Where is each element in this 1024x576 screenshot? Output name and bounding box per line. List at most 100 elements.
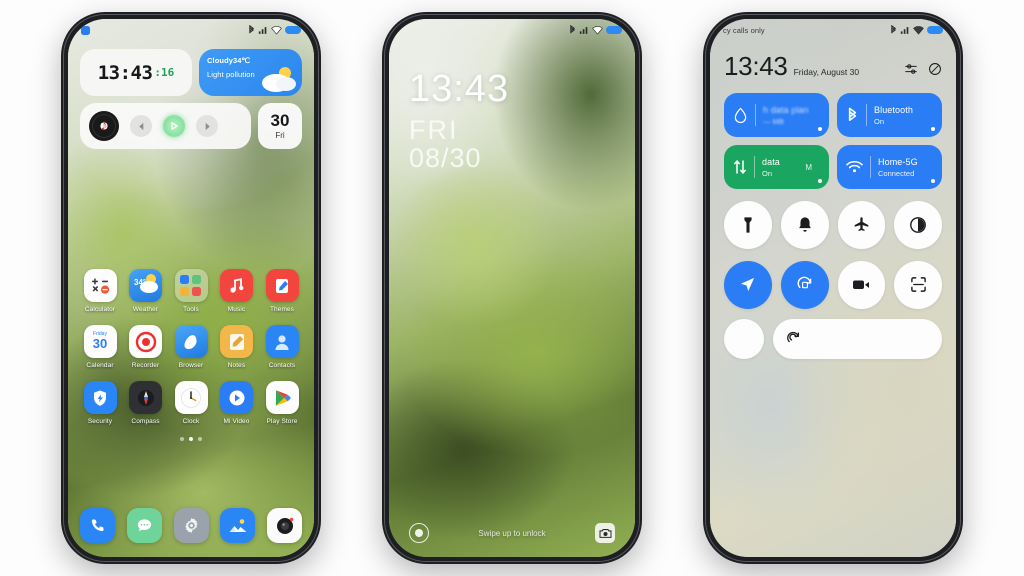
control-center-header: 13:43 Friday, August 30 <box>724 53 942 79</box>
ringer-bell-icon <box>798 217 811 233</box>
toggle-flashlight[interactable] <box>724 201 772 249</box>
battery-icon <box>285 26 301 34</box>
notification-badge <box>81 25 90 35</box>
scanner-icon <box>910 277 926 292</box>
gallery-icon[interactable] <box>220 508 256 543</box>
app-weather[interactable]: 34° Weather <box>124 269 168 313</box>
app-label: Compass <box>131 418 160 425</box>
tile-subtitle: On <box>874 116 885 126</box>
bluetooth-icon <box>570 25 576 34</box>
page-indicator[interactable] <box>78 437 304 441</box>
phone-lock-screen: 13:43 FRI 08/30 Swipe up to unlock <box>382 12 642 564</box>
dark-mode-icon <box>910 216 927 233</box>
toggle-scanner[interactable] <box>894 260 942 309</box>
clock-widget[interactable]: 13:43 :16 <box>80 49 192 96</box>
app-label: Weather <box>132 306 159 313</box>
airplane-mode-icon <box>854 217 869 232</box>
toggle-airplane-mode[interactable] <box>837 201 886 249</box>
tile-data-plan[interactable]: h data plan — MB <box>724 93 829 137</box>
weather-icon: 34° <box>129 269 162 302</box>
app-label: Calendar <box>86 362 114 369</box>
quick-setting-tiles: h data plan — MB Bluetooth On data On M … <box>724 93 942 189</box>
clock-icon <box>174 381 208 414</box>
calculator-icon <box>83 269 117 302</box>
tile-state-dot <box>818 179 822 183</box>
page-dot[interactable] <box>198 437 202 441</box>
phone-home-screen: 13:43 :16 Cloudy34℃ Light pollution ♪ 30… <box>61 12 321 564</box>
app-play-store[interactable]: Play Store <box>260 381 304 425</box>
contacts-icon <box>265 325 299 358</box>
phone-icon[interactable] <box>80 508 115 543</box>
app-label: Mi Video <box>223 418 250 425</box>
toggle-ringer[interactable] <box>780 201 829 249</box>
vinyl-record-icon[interactable]: ♪ <box>89 111 119 141</box>
tile-wifi[interactable]: Home-5G Connected <box>837 145 942 189</box>
page-dot[interactable] <box>180 437 184 441</box>
settings-gear-icon[interactable] <box>173 508 209 543</box>
app-grid: Calculator 34° Weather Tools Music Theme… <box>68 269 314 441</box>
app-mi-video[interactable]: Mi Video <box>215 381 259 425</box>
calendar-day: 30 <box>92 335 108 351</box>
calendar-widget[interactable]: 30 Fri <box>258 103 302 149</box>
carrier-label: cy calls only <box>723 25 765 35</box>
app-calculator[interactable]: Calculator <box>78 269 122 313</box>
sync-pill[interactable] <box>773 318 942 359</box>
sun-behind-cloud-icon <box>262 67 296 92</box>
dock <box>68 508 314 543</box>
app-tools-folder[interactable]: Tools <box>169 269 213 313</box>
page-dot-active[interactable] <box>189 437 193 441</box>
app-calendar[interactable]: Friday 30 Calendar <box>78 325 122 369</box>
settings-sliders-icon[interactable] <box>904 62 918 76</box>
edit-icon[interactable] <box>928 62 942 76</box>
messages-icon[interactable] <box>126 508 162 543</box>
clock-widget-time: 13:43 <box>97 61 153 84</box>
bluetooth-icon <box>848 107 857 121</box>
music-widget[interactable]: ♪ <box>80 103 251 149</box>
app-clock[interactable]: Clock <box>169 381 213 425</box>
wifi-icon <box>846 161 863 173</box>
svg-text:34°: 34° <box>134 278 146 287</box>
sync-spiral-icon <box>787 331 800 342</box>
app-label: Browser <box>178 362 204 369</box>
toggle-auto-rotate[interactable] <box>780 260 829 309</box>
toggle-dark-mode[interactable] <box>894 201 942 249</box>
app-compass[interactable]: Compass <box>124 381 168 425</box>
app-themes[interactable]: Themes <box>260 269 304 313</box>
toggle-location[interactable] <box>724 260 772 309</box>
toggle-row-1 <box>724 201 942 249</box>
app-notes[interactable]: Notes <box>215 325 259 369</box>
music-icon <box>220 269 253 302</box>
play-icon[interactable] <box>163 115 185 137</box>
blank-toggle[interactable] <box>724 318 764 359</box>
bluetooth-icon <box>891 25 897 34</box>
recorder-icon <box>129 325 162 358</box>
app-recorder[interactable]: Recorder <box>124 325 168 369</box>
weather-widget[interactable]: Cloudy34℃ Light pollution <box>199 49 302 96</box>
widget-row-top: 13:43 :16 Cloudy34℃ Light pollution <box>68 49 314 96</box>
calendar-icon: Friday 30 <box>83 325 117 358</box>
app-music[interactable]: Music <box>215 269 259 313</box>
app-contacts[interactable]: Contacts <box>260 325 304 369</box>
next-track-icon[interactable] <box>196 115 218 137</box>
home-content: 13:43 :16 Cloudy34℃ Light pollution ♪ 30… <box>68 19 314 557</box>
phone1-screen: 13:43 :16 Cloudy34℃ Light pollution ♪ 30… <box>68 19 314 557</box>
tile-bluetooth[interactable]: Bluetooth On <box>837 93 942 137</box>
tile-mobile-data[interactable]: data On M <box>724 145 829 189</box>
wifi-icon <box>913 25 924 35</box>
app-label: Themes <box>269 306 295 313</box>
tile-title: Home-5G <box>878 156 918 167</box>
camera-icon[interactable] <box>267 508 302 543</box>
cc-date: Friday, August 30 <box>793 67 860 77</box>
signal-icon <box>579 26 588 34</box>
tile-subtitle: On <box>762 168 773 178</box>
previous-track-icon[interactable] <box>130 115 152 137</box>
calendar-widget-day: 30 <box>270 111 290 130</box>
app-security[interactable]: Security <box>78 381 122 425</box>
app-label: Tools <box>183 306 199 313</box>
play-store-icon <box>265 381 299 414</box>
app-label: Recorder <box>131 362 160 369</box>
mi-video-icon <box>220 381 253 414</box>
compass-icon <box>129 381 162 414</box>
app-browser[interactable]: Browser <box>169 325 213 369</box>
toggle-screen-recorder[interactable] <box>837 260 886 309</box>
